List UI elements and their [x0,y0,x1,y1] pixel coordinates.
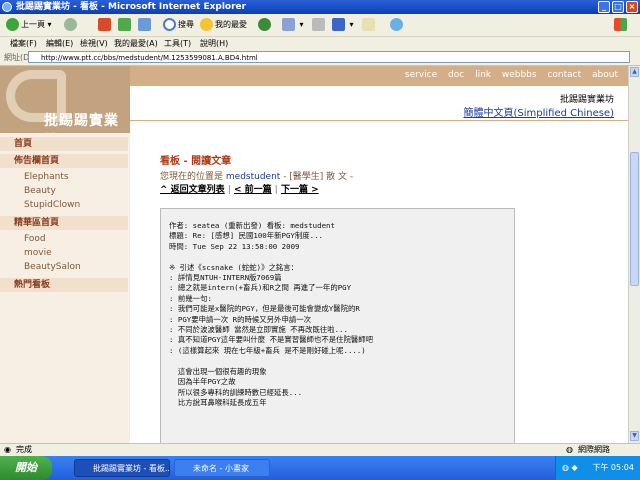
sidebar-home[interactable]: 首頁 [0,137,128,151]
stop-button[interactable] [98,17,113,33]
back-arrow-icon [6,18,19,31]
discuss-icon [362,18,375,31]
nav-contact-link[interactable]: contact [547,70,581,80]
nav-link-link[interactable]: link [475,70,491,80]
nav-webbbs-link[interactable]: webbbs [502,70,537,80]
history-button[interactable] [258,17,273,33]
star-icon [200,18,213,31]
scroll-thumb[interactable] [630,152,639,286]
internet-zone-icon: ◍ [566,445,573,454]
article-box: 作者: seatea (重新出發) 看板: medstudent 標題: Re:… [160,208,515,443]
task-ie-window[interactable]: 批踢踢實業坊 - 看板... [74,459,170,477]
location-breadcrumb: 您現在的位置是 medstudent - [醫學生] 散 文 - [160,169,353,182]
window-title: 批踢踢實業坊 - 看板 - Microsoft Internet Explore… [16,2,247,12]
page-done-icon: ◉ [4,445,11,454]
sidebar-item-food[interactable]: Food [0,232,128,246]
history-icon [258,18,271,31]
print-button[interactable] [312,17,327,33]
menu-file[interactable]: 檔案(F) [10,37,37,50]
location-suffix: - [醫學生] 散 文 - [283,172,354,182]
sidebar-item-stupidclown[interactable]: StupidClown [0,198,128,212]
sidebar-bulletin-home[interactable]: 佈告欄首頁 [0,154,128,168]
simplified-chinese-link[interactable]: 簡體中文頁(Simplified Chinese) [463,104,614,119]
ie-icon [2,2,12,12]
article-text: 作者: seatea (重新出發) 看板: medstudent 標題: Re:… [169,221,374,407]
nav-about-link[interactable]: about [592,70,618,80]
word-icon [332,18,345,31]
home-icon [138,18,151,31]
next-article-link[interactable]: 下一篇 > [281,185,319,195]
menu-edit[interactable]: 編輯(E) [46,37,73,50]
home-button[interactable] [138,17,153,33]
search-button[interactable]: 搜尋 [163,17,194,33]
edit-button[interactable]: ▾ [332,17,354,33]
windows-logo-icon [614,17,629,33]
mail-button[interactable]: ▾ [282,17,304,33]
forward-arrow-icon [64,18,77,31]
refresh-button[interactable] [118,17,133,33]
prev-article-link[interactable]: < 前一篇 [234,185,272,195]
site-logo[interactable]: 批踢踢實業坊 [0,66,130,149]
maximize-button[interactable]: □ [612,1,624,13]
messenger-button[interactable] [390,17,405,33]
article-nav: ^ 返回文章列表 | < 前一篇 | 下一篇 > [160,185,319,195]
sidebar-item-beautysalon[interactable]: BeautySalon [0,260,128,274]
back-to-list-link[interactable]: ^ 返回文章列表 [160,185,225,195]
scroll-down-icon[interactable]: ▼ [630,431,639,441]
taskbar: 開始 批踢踢實業坊 - 看板... 未命名 - 小畫家 ◍ ◆ 下午 05:04 [0,456,640,480]
favorites-button[interactable]: 我的最愛 [200,17,247,33]
stop-icon [98,18,111,31]
mail-icon [282,18,295,31]
status-text: 完成 [16,445,32,454]
menu-view[interactable]: 檢視(V) [80,37,108,50]
discuss-button[interactable] [362,17,377,33]
tray-icons[interactable]: ◍ ◆ [562,456,578,480]
back-button[interactable]: 上一頁 ▾ [6,17,52,33]
forward-button[interactable] [64,17,79,33]
window-title-bar: 批踢踢實業坊 - 看板 - Microsoft Internet Explore… [0,0,640,14]
system-tray: ◍ ◆ 下午 05:04 [555,456,640,480]
messenger-icon [390,18,403,31]
board-title: 看板 - 閱讀文章 [160,156,232,167]
search-icon [163,18,176,31]
minimize-button[interactable]: _ [598,1,610,13]
sidebar-item-movie[interactable]: movie [0,246,128,260]
header-divider [130,120,628,121]
refresh-icon [118,18,131,31]
browser-toolbar: 上一頁 ▾ 搜尋 我的最愛 ▾ ▾ [0,14,640,37]
nav-service-link[interactable]: service [405,70,437,80]
sidebar-featured-home[interactable]: 精華區首頁 [0,216,128,230]
menu-bar: 檔案(F) 編輯(E) 檢視(V) 我的最愛(A) 工具(T) 說明(H) [0,37,640,50]
top-nav: service doc link webbbs contact about [397,70,618,80]
menu-favorites[interactable]: 我的最愛(A) [114,37,158,50]
menu-help[interactable]: 說明(H) [200,37,228,50]
print-icon [312,18,325,31]
status-bar: ◉ 完成 ◍ 網際網路 [0,443,640,457]
sidebar-item-elephants[interactable]: Elephants [0,170,128,184]
vertical-scrollbar[interactable]: ▲ ▼ [628,66,640,443]
clock: 下午 05:04 [592,463,634,472]
page-content: service doc link webbbs contact about 批踢… [0,66,628,443]
start-button[interactable]: 開始 [0,456,52,480]
scroll-up-icon[interactable]: ▲ [630,67,639,77]
menu-tools[interactable]: 工具(T) [164,37,191,50]
sidebar-hot-boards[interactable]: 熱門看板 [0,278,128,292]
address-input[interactable]: http://www.ptt.cc/bbs/medstudent/M.12535… [28,51,630,63]
address-bar: 網址(D) http://www.ptt.cc/bbs/medstudent/M… [0,50,640,66]
close-button[interactable]: × [626,1,638,13]
nav-doc-link[interactable]: doc [448,70,464,80]
location-board-link[interactable]: medstudent [226,172,280,182]
zone-text: 網際網路 [578,445,610,454]
task-paint-window[interactable]: 未命名 - 小畫家 [174,459,270,477]
location-prefix: 您現在的位置是 [160,172,224,182]
sidebar-item-beauty[interactable]: Beauty [0,184,128,198]
sidebar: 首頁 佈告欄首頁 Elephants Beauty StupidClown 精華… [0,133,130,443]
